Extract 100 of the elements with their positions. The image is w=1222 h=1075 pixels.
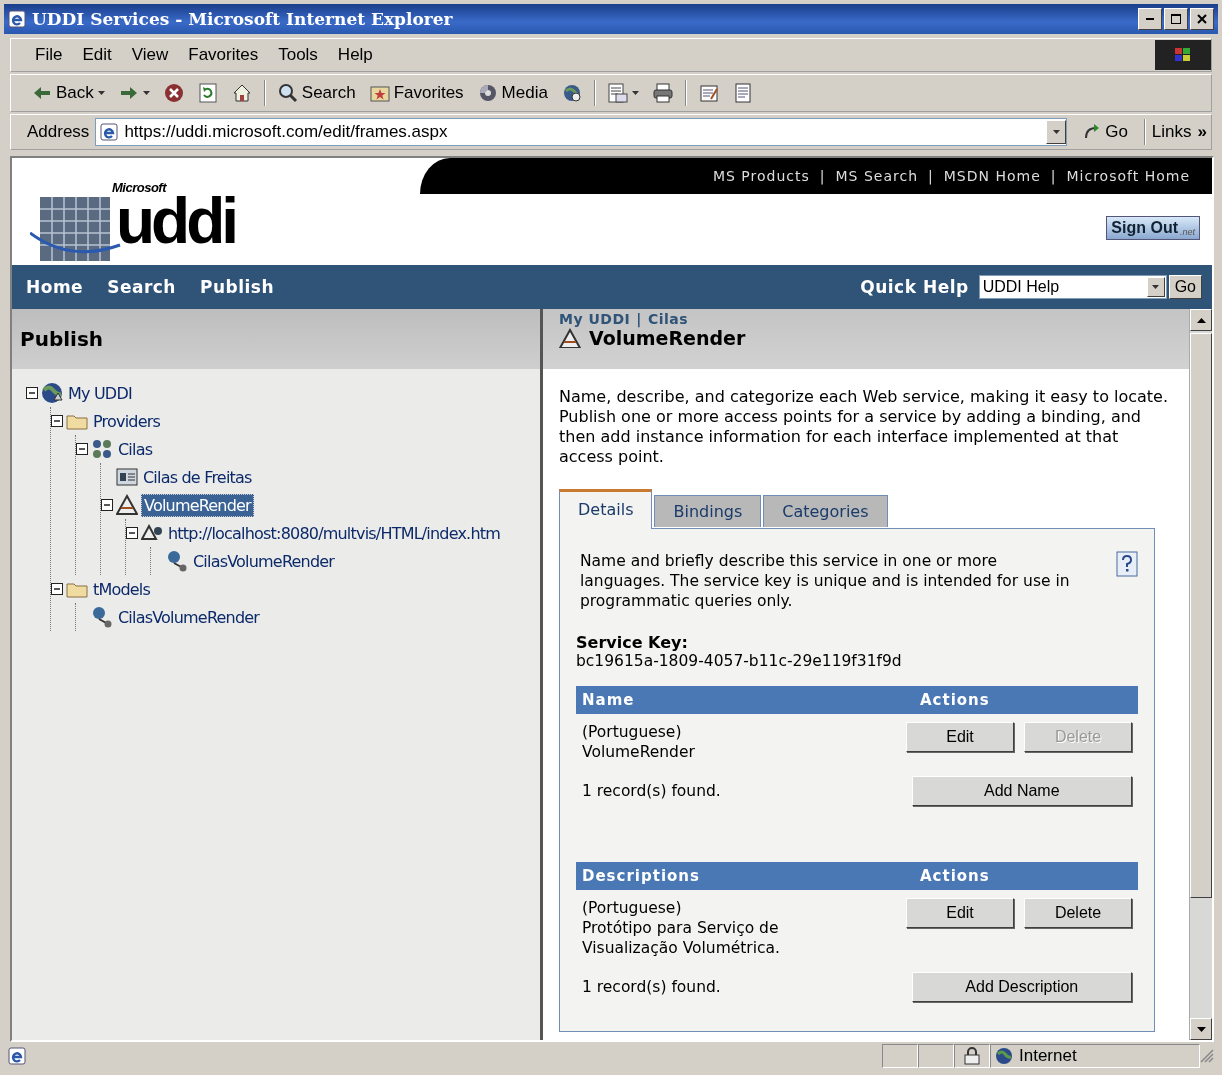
node-link-icon [91, 606, 113, 628]
dropdown-caret-icon [1052, 130, 1060, 134]
language-label: (Portuguese) [582, 898, 683, 918]
tree-item[interactable]: VolumeRender [141, 493, 254, 517]
search-button[interactable]: Search [272, 81, 361, 105]
menu-item[interactable]: Help [327, 45, 383, 65]
delete-button[interactable]: Delete [1024, 898, 1132, 928]
links-button[interactable]: Links [1151, 122, 1192, 142]
section-header: Name Actions [576, 686, 1138, 714]
document-pencil-icon [698, 83, 719, 103]
media-icon [477, 83, 498, 103]
app-icon [8, 10, 26, 28]
page-icon [8, 1047, 26, 1065]
triangle-icon [116, 494, 138, 516]
nav-link[interactable]: Search [107, 277, 176, 297]
top-link[interactable]: MS Search [825, 168, 929, 184]
globe-clock-icon [561, 83, 582, 103]
tab[interactable]: Categories [763, 495, 888, 527]
go-button[interactable]: Go [1073, 122, 1138, 142]
collapse-toggle[interactable] [51, 583, 63, 595]
tree-item[interactable]: CilasVolumeRender [116, 606, 262, 628]
description-text: Protótipo para Serviço de Visualização Volumétrica. [582, 918, 781, 958]
menu-item[interactable]: Favorites [178, 45, 269, 65]
favorites-button[interactable]: Favorites [364, 81, 469, 105]
link-separator: | [819, 168, 826, 184]
menu-item[interactable]: Edit [72, 45, 122, 65]
tree-item[interactable]: My UDDI [66, 382, 134, 404]
star-folder-icon [369, 83, 390, 103]
nav-link[interactable]: Publish [199, 277, 275, 297]
tab[interactable]: Bindings [654, 495, 762, 527]
collapse-toggle[interactable] [51, 415, 63, 427]
record-count: 1 record(s) found. [582, 978, 722, 996]
more-button[interactable]: » [1197, 122, 1207, 142]
scroll-down-icon[interactable] [1196, 1026, 1206, 1032]
menu-item[interactable]: Tools [268, 45, 328, 65]
refresh-icon [197, 83, 218, 103]
globe-icon [41, 382, 63, 404]
breadcrumb-link[interactable]: My UDDI [559, 311, 631, 327]
edit-button[interactable]: Edit [906, 898, 1014, 928]
back-button[interactable]: Back [27, 81, 110, 105]
media-button[interactable]: Media [472, 81, 553, 105]
dropdown-caret-icon [97, 91, 105, 95]
section-header: Descriptions Actions [576, 862, 1138, 890]
scroll-up-icon[interactable] [1196, 317, 1206, 323]
tree-item[interactable]: tModels [91, 578, 153, 600]
collapse-toggle[interactable] [101, 499, 113, 511]
link-separator: | [928, 168, 934, 184]
printer-icon [652, 83, 673, 103]
people-icon [91, 438, 113, 460]
node-link-icon [166, 550, 188, 572]
link-separator: | [1050, 168, 1057, 184]
mail-icon [607, 83, 628, 103]
quick-help-label: Quick Help [860, 277, 969, 297]
tree-item[interactable]: Providers [91, 410, 162, 432]
collapse-toggle[interactable] [26, 387, 38, 399]
service-key-value: bc19615a-1809-4057-b11c-29e119f31f9d [576, 652, 903, 670]
top-link[interactable]: MS Products [702, 168, 820, 184]
scrollbar[interactable] [1189, 309, 1212, 1040]
language-label: (Portuguese) [582, 722, 683, 742]
collapse-toggle[interactable] [126, 527, 138, 539]
contact-card-icon [116, 466, 138, 488]
dropdown-caret-icon [1152, 285, 1160, 289]
name-text: VolumeRender [582, 742, 696, 762]
nav-link[interactable]: Home [26, 277, 84, 297]
help-icon[interactable] [1116, 551, 1138, 577]
menu-item[interactable]: File [25, 45, 73, 65]
help-text: Name and briefly describe this service in one or more languages. The service key is unique and is intended for use in programmatic queries only. [580, 551, 1071, 611]
minimize-icon [1146, 18, 1154, 20]
maximize-button[interactable] [1164, 8, 1188, 30]
globe-icon [995, 1047, 1013, 1065]
service-key-label: Service Key: [576, 633, 689, 652]
tree-item[interactable]: http://localhost:8080/multvis/HTML/index.htm [166, 522, 502, 544]
zone-label: Internet [1019, 1046, 1077, 1066]
forward-arrow-icon [118, 84, 139, 102]
minimize-button[interactable] [1138, 8, 1162, 30]
page-title: VolumeRender [589, 327, 746, 349]
back-arrow-icon [32, 84, 52, 102]
windows-logo-icon [1175, 48, 1191, 62]
close-icon [1197, 14, 1207, 24]
close-button[interactable] [1190, 8, 1214, 30]
add-button[interactable]: Add Name [911, 776, 1132, 806]
go-button[interactable]: Go [1168, 275, 1202, 299]
collapse-toggle[interactable] [76, 443, 88, 455]
intro-text: Name, describe, and categorize each Web service, making it easy to locate. Publish one or more access points for a service by adding a binding, and then add instance information for each interface implemented at that access point. [559, 387, 1169, 467]
top-link[interactable]: MSDN Home [933, 168, 1051, 184]
tree-item[interactable]: Cilas [116, 438, 155, 460]
breadcrumb-separator: | [636, 311, 642, 327]
top-link[interactable]: Microsoft Home [1056, 168, 1200, 184]
window-title: UDDI Services - Microsoft Internet Explorer [32, 9, 454, 29]
tab[interactable]: Details [559, 489, 653, 529]
tree-item[interactable]: CilasVolumeRender [191, 550, 337, 572]
tree-item[interactable]: Cilas de Freitas [141, 466, 254, 488]
address-field[interactable]: https://uddi.microsoft.com/edit/frames.aspx [95, 118, 1068, 146]
breadcrumb-link[interactable]: Cilas [647, 311, 689, 327]
edit-button[interactable]: Edit [906, 722, 1014, 752]
menu-item[interactable]: View [121, 45, 179, 65]
add-button[interactable]: Add Description [911, 972, 1132, 1002]
dropdown-caret-icon [631, 91, 639, 95]
quick-help-dropdown[interactable]: UDDI Help [978, 275, 1167, 299]
search-icon [277, 83, 298, 103]
